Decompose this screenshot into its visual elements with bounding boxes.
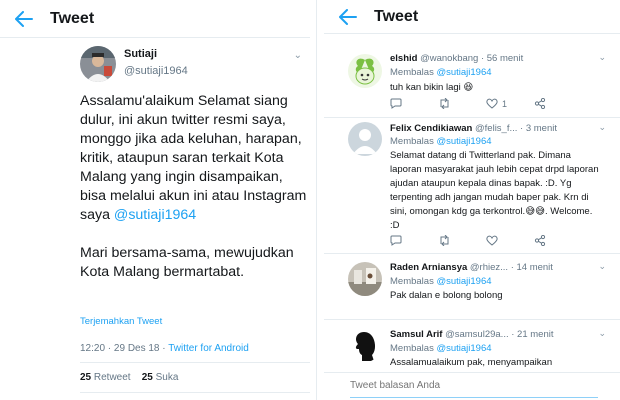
page-title: Tweet	[374, 7, 419, 25]
reply-actions	[390, 235, 590, 249]
top-bar: Tweet	[324, 0, 620, 34]
retweet-icon[interactable]	[438, 235, 451, 246]
reply-header: Raden Arniansya @rhiez... · 14 menit	[390, 262, 605, 273]
replying-to-mention[interactable]: @sutiaji1964	[436, 276, 491, 287]
author-name[interactable]: Sutiaji	[124, 48, 157, 60]
reply-author-name[interactable]: Raden Arniansya	[390, 262, 467, 273]
tweet-detail-panel: Tweet Sutiaji @sutiaji1964 ⌄ Assalamu'al…	[0, 0, 310, 400]
replying-to-mention[interactable]: @sutiaji1964	[436, 343, 491, 354]
tweet-paragraph-1: Assalamu'alaikum Selamat siang dulur, in…	[80, 93, 307, 223]
share-icon[interactable]	[534, 98, 546, 109]
reply-author-name[interactable]: elshid	[390, 53, 417, 64]
replies-panel: Tweet elshid @wanokbang · 56 menit ⌄ Mem…	[324, 0, 620, 400]
avatar[interactable]	[348, 328, 382, 362]
reply-header: elshid @wanokbang · 56 menit	[390, 53, 605, 64]
page-title: Tweet	[50, 9, 95, 27]
back-arrow-icon[interactable]	[336, 5, 360, 29]
reply-icon[interactable]	[390, 235, 402, 246]
author-handle[interactable]: @sutiaji1964	[124, 65, 188, 77]
reply-actions: 1	[390, 98, 590, 112]
reply-text: Selamat datang di Twitterland pak. Diman…	[390, 150, 599, 231]
avatar[interactable]	[348, 54, 382, 88]
translate-link[interactable]: Terjemahkan Tweet	[80, 316, 162, 327]
divider	[80, 362, 310, 363]
reply-item[interactable]: Raden Arniansya @rhiez... · 14 menit ⌄ M…	[324, 254, 620, 320]
chevron-down-icon[interactable]: ⌄	[598, 328, 606, 339]
retweet-icon[interactable]	[438, 98, 451, 109]
replying-to: Membalas @sutiaji1964	[390, 67, 492, 78]
reply-item[interactable]: Samsul Arif @samsul29a... · 21 menit ⌄ M…	[324, 320, 620, 372]
tweet-stats: 25 Retweet 25 Suka	[80, 372, 178, 383]
avatar[interactable]	[348, 122, 382, 156]
reply-input[interactable]	[350, 380, 600, 391]
tweet-client-link[interactable]: Twitter for Android	[168, 343, 249, 354]
replying-to-mention[interactable]: @sutiaji1964	[436, 136, 491, 147]
reply-author-name[interactable]: Felix Cendikiawan	[390, 123, 472, 134]
back-arrow-icon[interactable]	[12, 7, 36, 31]
reply-item[interactable]: elshid @wanokbang · 56 menit ⌄ Membalas …	[324, 46, 620, 118]
reply-author-handle[interactable]: @wanokbang · 56 menit	[417, 53, 523, 64]
avatar[interactable]	[348, 262, 382, 296]
input-underline	[350, 397, 598, 398]
reply-icon[interactable]	[390, 98, 402, 109]
like-icon[interactable]	[486, 235, 498, 246]
replying-to: Membalas @sutiaji1964	[390, 276, 492, 287]
divider	[80, 392, 310, 393]
reply-item[interactable]: Felix Cendikiawan @felis_f... · 3 menit …	[324, 118, 620, 254]
reply-text: tuh kan bikin lagi 😆	[390, 82, 474, 93]
like-icon[interactable]: 1	[486, 98, 507, 109]
tweet-meta: 12:20 · 29 Des 18 · Twitter for Android	[80, 343, 249, 354]
panel-divider	[316, 0, 317, 400]
tweet-mention-link[interactable]: @sutiaji1964	[114, 207, 196, 223]
reply-composer	[324, 372, 620, 400]
reply-author-handle[interactable]: @rhiez... · 14 menit	[467, 262, 553, 273]
replying-to-mention[interactable]: @sutiaji1964	[436, 67, 491, 78]
reply-author-handle[interactable]: @samsul29a... · 21 menit	[442, 329, 553, 340]
chevron-down-icon[interactable]: ⌄	[598, 52, 606, 63]
reply-text: Pak dalan e bolong bolong	[390, 290, 503, 301]
tweet-author[interactable]: Sutiaji @sutiaji1964 ⌄	[80, 46, 310, 86]
chevron-down-icon[interactable]: ⌄	[294, 50, 302, 61]
tweet-timestamp: 12:20 · 29 Des 18 ·	[80, 343, 169, 354]
reply-header: Felix Cendikiawan @felis_f... · 3 menit	[390, 123, 605, 134]
retweet-stat[interactable]: 25 Retweet	[80, 372, 131, 383]
like-stat[interactable]: 25 Suka	[142, 372, 179, 383]
like-count: 1	[502, 98, 508, 109]
reply-text: Assalamualaikum pak, menyampaikan	[390, 357, 553, 368]
chevron-down-icon[interactable]: ⌄	[598, 261, 606, 272]
top-bar: Tweet	[0, 0, 310, 38]
reply-header: Samsul Arif @samsul29a... · 21 menit	[390, 329, 605, 340]
reply-author-handle[interactable]: @felis_f... · 3 menit	[472, 123, 557, 134]
reply-author-name[interactable]: Samsul Arif	[390, 329, 442, 340]
tweet-text: Assalamu'alaikum Selamat siang dulur, in…	[80, 92, 310, 301]
tweet-paragraph-2: Mari bersama-sama, mewujudkan Kota Malan…	[80, 245, 294, 280]
chevron-down-icon[interactable]: ⌄	[598, 122, 606, 133]
avatar[interactable]	[80, 46, 116, 82]
replying-to: Membalas @sutiaji1964	[390, 136, 492, 147]
share-icon[interactable]	[534, 235, 546, 246]
replying-to: Membalas @sutiaji1964	[390, 343, 492, 354]
